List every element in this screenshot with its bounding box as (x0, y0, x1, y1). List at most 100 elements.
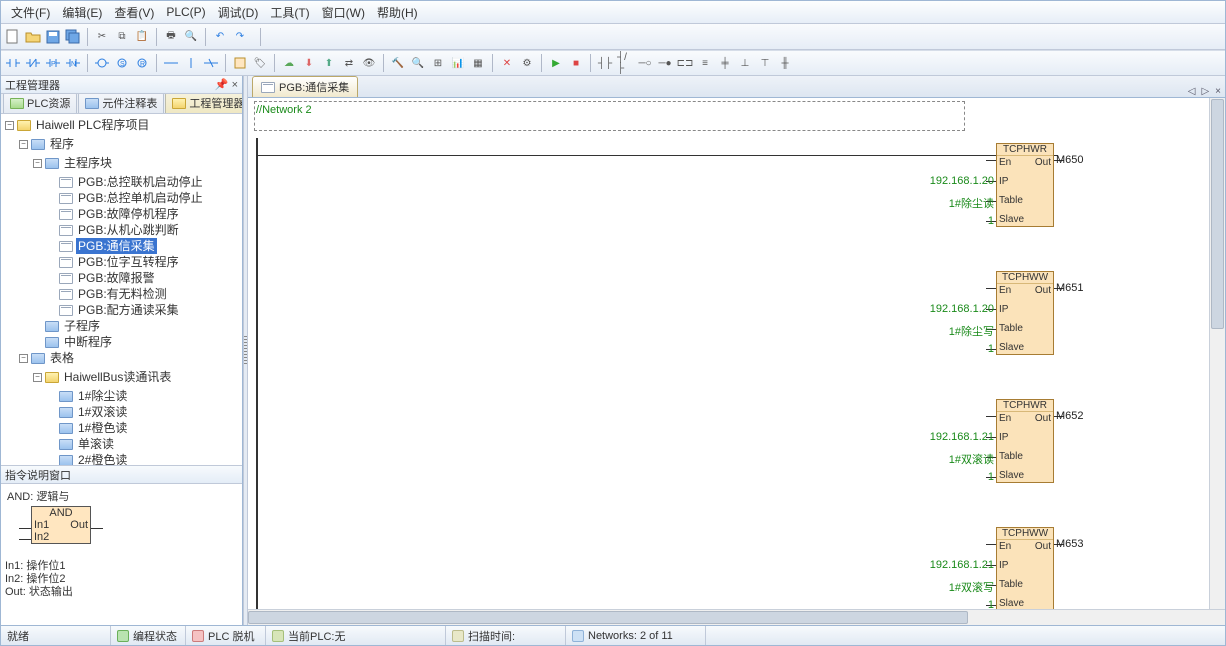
tab-project-manager[interactable]: 工程管理器 (165, 94, 242, 113)
tree-table-item[interactable]: 1#双滚读 (47, 404, 164, 420)
tree-pgb-item[interactable]: PGB:有无料检测 (47, 286, 205, 302)
monitor-icon[interactable]: 👁 (361, 55, 377, 71)
tree-root[interactable]: Haiwell PLC程序项目 (34, 117, 151, 133)
tree-tables[interactable]: 表格 (48, 350, 76, 366)
delete-icon[interactable]: ✕ (499, 55, 515, 71)
tree-pgb-item[interactable]: PGB:配方通读采集 (47, 302, 205, 318)
tab-nav-right-icon[interactable]: ▷ (1201, 86, 1209, 97)
undo-icon[interactable]: ↶ (212, 29, 228, 45)
help-desc-in2: In2: 操作位2 (5, 573, 73, 586)
pin-icon[interactable]: 📌 (215, 79, 229, 91)
network-label: //Network 2 (256, 104, 312, 116)
project-manager-label: 工程管理器 (5, 77, 60, 93)
menu-help[interactable]: 帮助(H) (371, 2, 424, 23)
function-block[interactable]: TCPHWREnOutIPTableSlaveM650192.168.1.201… (996, 143, 1054, 227)
tab-nav-left-icon[interactable]: ◁ (1188, 86, 1196, 97)
tree-pgb-item[interactable]: PGB:总控单机启动停止 (47, 190, 205, 206)
function-block[interactable]: TCPHWWEnOutIPTableSlaveM651192.168.1.201… (996, 271, 1054, 355)
svg-text:S: S (120, 61, 125, 68)
label-icon[interactable]: 🏷 (252, 55, 268, 71)
doc-tab-active[interactable]: PGB:通信采集 (252, 76, 358, 97)
print-icon[interactable]: 🖶 (163, 29, 179, 45)
tree-table-item[interactable]: 2#橙色读 (47, 452, 164, 465)
tree-pgb-item[interactable]: PGB:从机心跳判断 (47, 222, 205, 238)
ladder-canvas[interactable]: //Network 2 TCPHWREnOutIPTableSlaveM6501… (248, 98, 1225, 609)
menu-view[interactable]: 查看(V) (108, 2, 160, 23)
not-icon[interactable] (203, 55, 219, 71)
tree-pgb-item[interactable]: PGB:通信采集 (47, 238, 205, 254)
tool-a-icon[interactable]: ⚙ (519, 55, 535, 71)
tree-pgb-item[interactable]: PGB:故障停机程序 (47, 206, 205, 222)
svg-text:P: P (51, 61, 56, 68)
tab-plc-resources[interactable]: PLC资源 (3, 94, 77, 113)
fb-icon[interactable] (232, 55, 248, 71)
compare-icon[interactable]: ⇄ (341, 55, 357, 71)
vline-icon[interactable] (183, 55, 199, 71)
tree-main-block[interactable]: 主程序块 (62, 155, 114, 171)
menu-plc[interactable]: PLC(P) (160, 3, 211, 21)
ld-icon-6[interactable]: ≡ (697, 55, 713, 71)
menu-edit[interactable]: 编辑(E) (56, 2, 108, 23)
upload-icon[interactable]: ⬆ (321, 55, 337, 71)
redo-icon[interactable]: ↷ (232, 29, 248, 45)
table-icon[interactable]: ▦ (470, 55, 486, 71)
status-ready: 就绪 (7, 628, 29, 644)
saveall-icon[interactable] (65, 29, 81, 45)
function-block[interactable]: TCPHWWEnOutIPTableSlaveM653192.168.1.211… (996, 527, 1054, 609)
menu-file[interactable]: 文件(F) (5, 2, 56, 23)
cloud-icon[interactable]: ☁ (281, 55, 297, 71)
tree-program[interactable]: 程序 (48, 136, 76, 152)
menu-tools[interactable]: 工具(T) (264, 2, 315, 23)
contact-n-icon[interactable]: N (65, 55, 81, 71)
tab-close-icon[interactable]: × (1215, 86, 1221, 97)
ld-icon-1[interactable]: ┤├ (597, 55, 613, 71)
new-icon[interactable] (5, 29, 21, 45)
open-icon[interactable] (25, 29, 41, 45)
vertical-scrollbar[interactable] (1209, 98, 1225, 609)
copy-icon[interactable]: ⧉ (114, 29, 130, 45)
tree-pgb-item[interactable]: PGB:总控联机启动停止 (47, 174, 205, 190)
contact-p-icon[interactable]: P (45, 55, 61, 71)
tree-interrupt[interactable]: 中断程序 (62, 334, 114, 350)
ld-icon-4[interactable]: ─● (657, 55, 673, 71)
menu-debug[interactable]: 调试(D) (212, 2, 265, 23)
tab-comment-table[interactable]: 元件注释表 (78, 94, 164, 113)
ld-icon-9[interactable]: ⊤ (757, 55, 773, 71)
xref-icon[interactable]: ⊞ (430, 55, 446, 71)
ld-icon-10[interactable]: ╫ (777, 55, 793, 71)
ld-icon-2[interactable]: ┤/├ (617, 55, 633, 71)
tree-table-item[interactable]: 单滚读 (47, 436, 164, 452)
close-icon[interactable]: × (232, 79, 238, 91)
tree-pgb-item[interactable]: PGB:位字互转程序 (47, 254, 205, 270)
ld-icon-7[interactable]: ╪ (717, 55, 733, 71)
function-block[interactable]: TCPHWREnOutIPTableSlaveM652192.168.1.211… (996, 399, 1054, 483)
ld-icon-3[interactable]: ─○ (637, 55, 653, 71)
save-icon[interactable] (45, 29, 61, 45)
contact-no-icon[interactable] (5, 55, 21, 71)
tree-pgb-item[interactable]: PGB:故障报警 (47, 270, 205, 286)
tree-table-item[interactable]: 1#除尘读 (47, 388, 164, 404)
preview-icon[interactable]: 🔍 (183, 29, 199, 45)
cut-icon[interactable]: ✂ (94, 29, 110, 45)
coil-reset-icon[interactable]: R (134, 55, 150, 71)
find-icon[interactable]: 🔍 (410, 55, 426, 71)
tree-table-item[interactable]: 1#橙色读 (47, 420, 164, 436)
contact-nc-icon[interactable] (25, 55, 41, 71)
run-icon[interactable]: ▶ (548, 55, 564, 71)
project-tree[interactable]: −Haiwell PLC程序项目 −程序 −主程序块 PGB:总控联机启动停止P… (1, 114, 242, 465)
coil-set-icon[interactable]: S (114, 55, 130, 71)
download-icon[interactable]: ⬇ (301, 55, 317, 71)
hline-icon[interactable] (163, 55, 179, 71)
ld-icon-5[interactable]: ⊏⊐ (677, 55, 693, 71)
horizontal-scrollbar[interactable] (248, 609, 1225, 625)
ld-icon-8[interactable]: ⊥ (737, 55, 753, 71)
tree-bus[interactable]: HaiwellBus读通讯表 (62, 369, 173, 385)
compile-icon[interactable]: 🔨 (390, 55, 406, 71)
paste-icon[interactable]: 📋 (134, 29, 150, 45)
stop-icon[interactable]: ■ (568, 55, 584, 71)
chart-icon[interactable]: 📊 (450, 55, 466, 71)
coil-icon[interactable] (94, 55, 110, 71)
menu-window[interactable]: 窗口(W) (316, 2, 371, 23)
toolbar-main: ✂ ⧉ 📋 🖶 🔍 ↶ ↷ (1, 24, 1225, 50)
tree-sub[interactable]: 子程序 (62, 318, 102, 334)
